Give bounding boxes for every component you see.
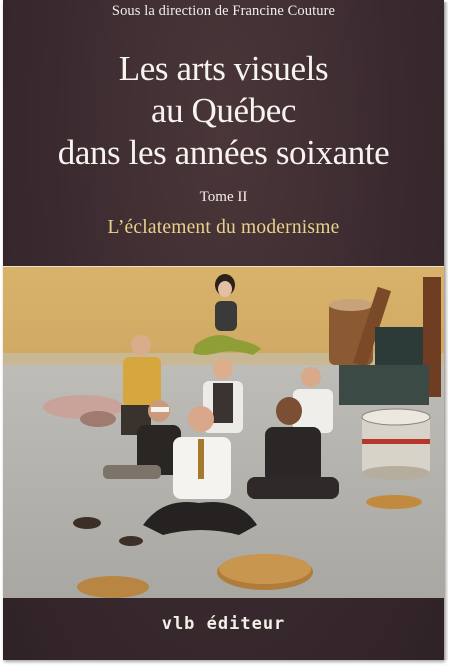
title-line-1: Les arts visuels [118,49,329,88]
title-line-3: dans les années soixante [57,133,390,172]
tome-label: Tome II [199,189,248,205]
title-line-2: au Québec [150,91,297,130]
cover-photo-illustration [3,267,444,598]
cover-photo [3,266,444,598]
book-title: Les arts visuels au Québec dans les anné… [3,48,444,174]
book-subtitle: L’éclatement du modernisme [107,217,340,238]
director-line: Sous la direction de Francine Couture [111,3,336,19]
publisher-name: vlb éditeur [161,614,286,634]
page-edge [444,2,448,660]
book-cover: Sous la direction de Francine Couture Le… [3,0,444,660]
